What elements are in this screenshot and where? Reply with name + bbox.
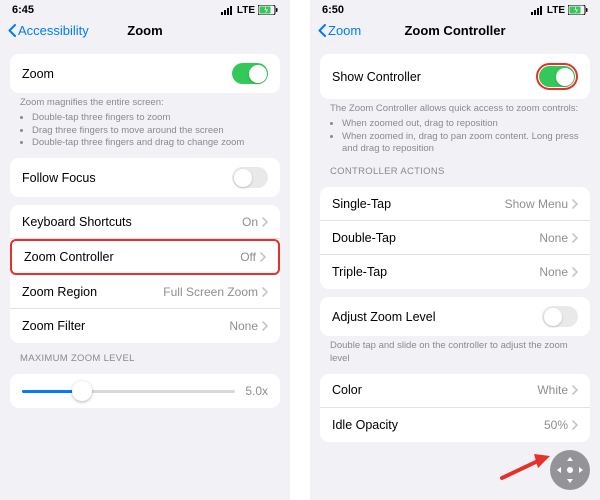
back-button[interactable]: Accessibility — [8, 23, 89, 38]
controller-hint: The Zoom Controller allows quick access … — [310, 99, 600, 156]
row-label: Single-Tap — [332, 197, 391, 211]
chevron-right-icon — [572, 385, 578, 395]
chevron-left-icon — [8, 24, 16, 37]
row-label: Color — [332, 383, 362, 397]
chevron-right-icon — [572, 233, 578, 243]
zoom-toggle-row[interactable]: Zoom — [10, 54, 280, 93]
follow-focus-label: Follow Focus — [22, 171, 96, 185]
row-label: Zoom Region — [22, 285, 97, 299]
status-indicators: LTE — [221, 5, 278, 16]
battery-icon — [568, 5, 588, 15]
chevron-right-icon — [572, 199, 578, 209]
status-bar: 6:50 LTE — [310, 0, 600, 18]
network-label: LTE — [237, 5, 255, 16]
zoom-region-row[interactable]: Zoom Region Full Screen Zoom — [10, 275, 280, 309]
zoom-label: Zoom — [22, 67, 54, 81]
hint-item: When zoomed out, drag to reposition — [342, 118, 580, 131]
row-label: Triple-Tap — [332, 265, 387, 279]
zoom-controller-widget[interactable] — [550, 450, 590, 490]
show-controller-toggle[interactable] — [539, 66, 575, 87]
battery-icon — [258, 5, 278, 15]
actions-header: CONTROLLER ACTIONS — [310, 156, 600, 179]
signal-icon — [531, 6, 544, 15]
options-group: Keyboard Shortcuts On Zoom Controller Of… — [10, 205, 280, 343]
status-time: 6:50 — [322, 4, 344, 16]
max-zoom-slider-row[interactable]: 5.0x — [10, 374, 280, 408]
zoom-filter-row[interactable]: Zoom Filter None — [10, 309, 280, 343]
zoom-toggle-group: Zoom — [10, 54, 280, 93]
actions-group: Single-Tap Show Menu Double-Tap None Tri… — [320, 187, 590, 289]
row-label: Zoom Filter — [22, 319, 85, 333]
max-zoom-header: MAXIMUM ZOOM LEVEL — [0, 343, 290, 366]
hint-item: Double-tap three fingers to zoom — [32, 112, 270, 125]
color-row[interactable]: Color White — [320, 374, 590, 408]
follow-focus-group: Follow Focus — [10, 158, 280, 197]
max-zoom-slider[interactable] — [22, 390, 235, 393]
row-value: Show Menu — [505, 197, 568, 211]
show-controller-highlight — [536, 63, 578, 90]
row-value: None — [539, 265, 568, 279]
max-zoom-group: 5.0x — [10, 374, 280, 408]
nav-bar: Accessibility Zoom — [0, 18, 290, 46]
row-label: Adjust Zoom Level — [332, 310, 436, 324]
hint-item: Drag three fingers to move around the sc… — [32, 125, 270, 138]
status-indicators: LTE — [531, 5, 588, 16]
row-label: Zoom Controller — [24, 250, 114, 264]
zoom-hint: Zoom magnifies the entire screen: Double… — [0, 93, 290, 150]
chevron-right-icon — [262, 321, 268, 331]
row-label: Keyboard Shortcuts — [22, 215, 132, 229]
adjust-zoom-row[interactable]: Adjust Zoom Level — [320, 297, 590, 336]
chevron-right-icon — [260, 252, 266, 262]
chevron-right-icon — [572, 267, 578, 277]
show-controller-row[interactable]: Show Controller — [320, 54, 590, 99]
row-value: On — [242, 215, 258, 229]
zoom-settings-screen: 6:45 LTE Accessibility Zoom Zoom Zoom ma… — [0, 0, 290, 500]
arrow-annotation-icon — [500, 452, 550, 482]
back-button[interactable]: Zoom — [318, 23, 361, 38]
row-value: White — [537, 383, 568, 397]
hint-heading: Zoom magnifies the entire screen: — [20, 97, 270, 110]
row-value: None — [229, 319, 258, 333]
follow-focus-toggle[interactable] — [232, 167, 268, 188]
adjust-zoom-group: Adjust Zoom Level — [320, 297, 590, 336]
chevron-right-icon — [262, 217, 268, 227]
show-controller-group: Show Controller — [320, 54, 590, 99]
zoom-controller-screen: 6:50 LTE Zoom Zoom Controller Show Contr… — [310, 0, 600, 500]
double-tap-row[interactable]: Double-Tap None — [320, 221, 590, 255]
adjust-zoom-hint: Double tap and slide on the controller t… — [310, 336, 600, 366]
row-value: Full Screen Zoom — [163, 285, 258, 299]
slider-value: 5.0x — [245, 384, 268, 398]
back-label: Accessibility — [18, 23, 89, 38]
opacity-row[interactable]: Idle Opacity 50% — [320, 408, 590, 442]
row-value: None — [539, 231, 568, 245]
back-label: Zoom — [328, 23, 361, 38]
show-controller-label: Show Controller — [332, 70, 421, 84]
keyboard-shortcuts-row[interactable]: Keyboard Shortcuts On — [10, 205, 280, 239]
chevron-left-icon — [318, 24, 326, 37]
row-label: Double-Tap — [332, 231, 396, 245]
chevron-right-icon — [262, 287, 268, 297]
hint-heading: The Zoom Controller allows quick access … — [330, 103, 580, 116]
adjust-zoom-toggle[interactable] — [542, 306, 578, 327]
row-label: Idle Opacity — [332, 418, 398, 432]
zoom-controller-row[interactable]: Zoom Controller Off — [10, 239, 280, 275]
status-bar: 6:45 LTE — [0, 0, 290, 18]
nav-bar: Zoom Zoom Controller — [310, 18, 600, 46]
hint-item: When zoomed in, drag to pan zoom content… — [342, 131, 580, 157]
zoom-toggle[interactable] — [232, 63, 268, 84]
single-tap-row[interactable]: Single-Tap Show Menu — [320, 187, 590, 221]
hint-item: Double-tap three fingers and drag to cha… — [32, 137, 270, 150]
triple-tap-row[interactable]: Triple-Tap None — [320, 255, 590, 289]
follow-focus-row[interactable]: Follow Focus — [10, 158, 280, 197]
network-label: LTE — [547, 5, 565, 16]
signal-icon — [221, 6, 234, 15]
row-value: 50% — [544, 418, 568, 432]
chevron-right-icon — [572, 420, 578, 430]
status-time: 6:45 — [12, 4, 34, 16]
appearance-group: Color White Idle Opacity 50% — [320, 374, 590, 442]
row-value: Off — [240, 250, 256, 264]
